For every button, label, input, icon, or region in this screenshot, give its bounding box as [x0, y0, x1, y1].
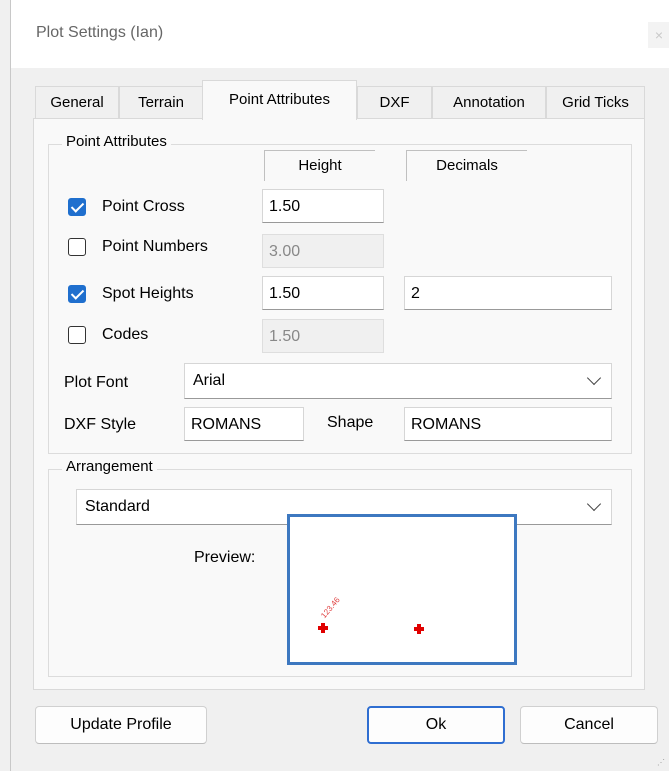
decimals-column-header: Decimals	[406, 150, 527, 181]
chevron-down-icon	[586, 370, 602, 386]
point-cross-label: Point Cross	[102, 198, 185, 215]
spot-heights-checkbox[interactable]	[68, 285, 86, 303]
point-cross-height-input[interactable]: 1.50	[262, 189, 384, 223]
tab-terrain[interactable]: Terrain	[119, 86, 203, 118]
height-column-header: Height	[264, 150, 375, 181]
dxf-style-label: DXF Style	[64, 416, 137, 433]
spot-heights-label: Spot Heights	[102, 285, 194, 302]
dxf-style-input[interactable]: ROMANS	[184, 407, 304, 441]
shape-label: Shape	[327, 414, 374, 431]
tab-general[interactable]: General	[35, 86, 119, 118]
close-icon[interactable]: ×	[648, 22, 669, 48]
ok-button[interactable]: Ok	[367, 706, 505, 744]
spot-heights-height-input[interactable]: 1.50	[262, 276, 384, 310]
codes-checkbox[interactable]	[68, 326, 86, 344]
spot-heights-decimals-input[interactable]: 2	[404, 276, 612, 310]
window-title: Plot Settings (Ian)	[36, 24, 164, 41]
tab-annotation[interactable]: Annotation	[432, 86, 546, 118]
update-profile-button[interactable]: Update Profile	[35, 706, 207, 744]
tab-grid-ticks[interactable]: Grid Ticks	[546, 86, 645, 118]
plot-settings-dialog: Plot Settings (Ian) × General Terrain Po…	[10, 0, 669, 771]
point-numbers-checkbox[interactable]	[68, 238, 86, 256]
plot-font-label: Plot Font	[64, 374, 129, 391]
title-bar: Plot Settings (Ian) ×	[11, 0, 669, 68]
point-cross-marker	[414, 624, 424, 634]
arrangement-legend: Arrangement	[62, 458, 157, 475]
cancel-button[interactable]: Cancel	[520, 706, 658, 744]
resize-grip-icon[interactable]: ⋰	[657, 758, 665, 767]
chevron-down-icon	[586, 496, 602, 512]
tab-point-attributes[interactable]: Point Attributes	[202, 80, 357, 120]
point-numbers-label: Point Numbers	[102, 238, 208, 255]
point-cross-marker	[318, 623, 328, 633]
tab-dxf[interactable]: DXF	[357, 86, 432, 118]
arrangement-value: Standard	[85, 498, 150, 515]
plot-font-select[interactable]: Arial	[184, 363, 612, 399]
point-attributes-legend: Point Attributes	[62, 133, 171, 150]
shape-input[interactable]: ROMANS	[404, 407, 612, 441]
point-cross-checkbox[interactable]	[68, 198, 86, 216]
plot-font-value: Arial	[193, 372, 226, 389]
codes-label: Codes	[102, 326, 149, 343]
codes-height-input: 1.50	[262, 319, 384, 353]
point-numbers-height-input: 3.00	[262, 234, 384, 268]
spot-height-annotation: 123.46	[319, 595, 342, 620]
arrangement-preview: 123.46	[287, 514, 517, 665]
preview-label: Preview:	[194, 549, 256, 566]
